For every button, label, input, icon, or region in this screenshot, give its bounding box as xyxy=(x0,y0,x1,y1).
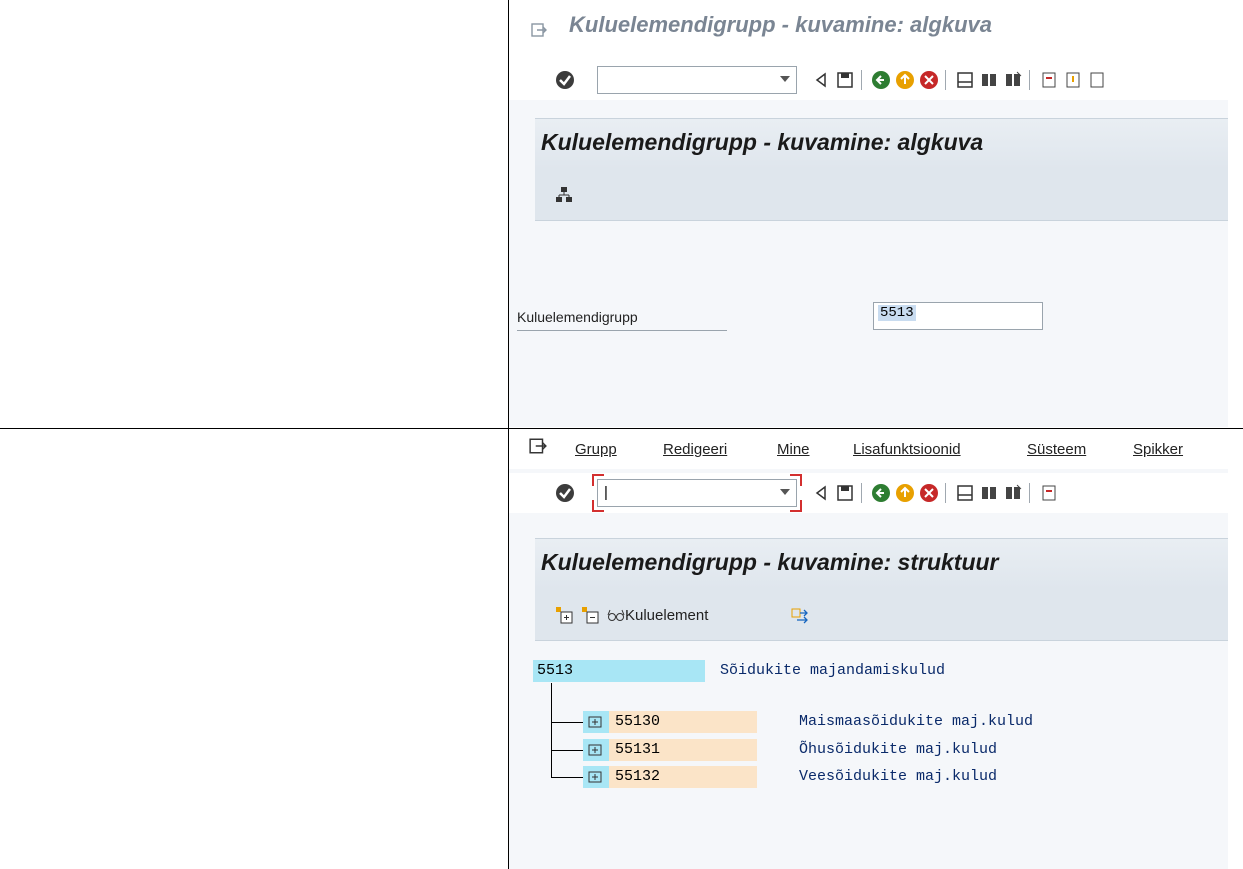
tree-connector-line xyxy=(551,750,583,751)
screen-header: Kuluelemendigrupp - kuvamine: struktuur xyxy=(535,538,1228,589)
cancel-icon[interactable] xyxy=(919,483,939,503)
separator xyxy=(1029,70,1030,90)
tree-root-key-text: 5513 xyxy=(537,662,574,679)
print-icon[interactable] xyxy=(955,70,975,90)
screenshot-initial-screen: Kuluelemendigrupp - kuvamine: algkuva Ku… xyxy=(509,0,1228,427)
command-field-cursor: | xyxy=(604,484,608,501)
standard-toolbar: | xyxy=(509,473,1228,513)
tree-node-key[interactable]: 55132 xyxy=(609,766,757,788)
menu-bar: Grupp Redigeeri Mine Lisafunktsioonid Sü… xyxy=(509,431,1228,469)
separator xyxy=(945,70,946,90)
menu-item-mine[interactable]: Mine xyxy=(777,441,810,458)
hierarchy-icon[interactable] xyxy=(555,186,573,204)
standard-toolbar xyxy=(509,60,1228,100)
cancel-icon[interactable] xyxy=(919,70,939,90)
menu-item-lisafunktsioonid[interactable]: Lisafunktsioonid xyxy=(853,441,961,458)
page-title: Kuluelemendigrupp - kuvamine: algkuva xyxy=(541,129,984,155)
back-icon[interactable] xyxy=(871,483,891,503)
tree-node-expander[interactable] xyxy=(583,739,609,761)
tree-connector-line xyxy=(551,777,583,778)
enter-check-icon[interactable] xyxy=(555,70,575,90)
field-label-cost-element-group: Kuluelemendigrupp xyxy=(517,309,638,325)
window-title-bar: Kuluelemendigrupp - kuvamine: algkuva xyxy=(509,0,1228,60)
tree-node-description: Veesõidukite maj.kulud xyxy=(799,768,998,785)
expand-node-icon[interactable] xyxy=(588,770,602,784)
menu-item-spikker[interactable]: Spikker xyxy=(1133,441,1183,458)
tree-node-key-text: 55131 xyxy=(615,741,661,758)
back-icon[interactable] xyxy=(871,70,891,90)
next-page-icon[interactable] xyxy=(1087,70,1107,90)
screen-header: Kuluelemendigrupp - kuvamine: algkuva xyxy=(535,118,1228,169)
tree-connector-line xyxy=(551,722,583,723)
tree-root-description: Sõidukite majandamiskulud xyxy=(720,662,946,679)
page-title: Kuluelemendigrupp - kuvamine: struktuur xyxy=(541,549,999,575)
command-field[interactable] xyxy=(597,66,797,94)
find-next-icon[interactable] xyxy=(1003,483,1023,503)
menu-item-grupp[interactable]: Grupp xyxy=(575,441,617,458)
screenshot-structure-screen: Grupp Redigeeri Mine Lisafunktsioonid Sü… xyxy=(509,431,1228,869)
field-label-underline xyxy=(517,330,727,331)
tree-node-expander[interactable] xyxy=(583,711,609,733)
tree-connector-line xyxy=(551,683,552,778)
command-field[interactable]: | xyxy=(592,474,802,512)
focus-corner xyxy=(592,474,604,486)
tree-root-key[interactable]: 5513 xyxy=(533,660,705,682)
tree-node-key-text: 55132 xyxy=(615,768,661,785)
tree-node-expander[interactable] xyxy=(583,766,609,788)
navigation-arrows-icon[interactable] xyxy=(791,605,811,625)
menu-item-redigeeri[interactable]: Redigeeri xyxy=(663,441,727,458)
glasses-icon[interactable] xyxy=(607,607,625,623)
tree-node-description: Õhusõidukite maj.kulud xyxy=(799,741,998,758)
find-next-icon[interactable] xyxy=(1003,70,1023,90)
back-triangle-icon[interactable] xyxy=(811,483,831,503)
back-triangle-icon[interactable] xyxy=(811,70,831,90)
save-icon[interactable] xyxy=(835,483,855,503)
exit-icon[interactable] xyxy=(531,22,547,38)
tree-node-description: Maismaasõidukite maj.kulud xyxy=(799,713,1034,730)
separator xyxy=(861,483,862,503)
focus-corner xyxy=(790,474,802,486)
enter-check-icon[interactable] xyxy=(555,483,575,503)
window-title: Kuluelemendigrupp - kuvamine: algkuva xyxy=(569,12,992,37)
separator xyxy=(861,70,862,90)
exit-icon[interactable] xyxy=(529,437,547,455)
focus-corner xyxy=(790,500,802,512)
save-icon[interactable] xyxy=(835,70,855,90)
application-toolbar xyxy=(535,168,1228,221)
first-page-icon[interactable] xyxy=(1039,483,1059,503)
expand-subtree-icon[interactable] xyxy=(555,606,573,624)
document-table: Kuluelemendigrupp - kuvamine: algkuva Ku… xyxy=(0,0,1243,869)
exit-up-icon[interactable] xyxy=(895,483,915,503)
chevron-down-icon[interactable] xyxy=(780,76,790,82)
first-page-icon[interactable] xyxy=(1039,70,1059,90)
previous-page-icon[interactable] xyxy=(1063,70,1083,90)
menu-item-susteem[interactable]: Süsteem xyxy=(1027,441,1086,458)
print-icon[interactable] xyxy=(955,483,975,503)
separator xyxy=(1029,483,1030,503)
tree-node-key-text: 55130 xyxy=(615,713,661,730)
expand-node-icon[interactable] xyxy=(588,743,602,757)
collapse-subtree-icon[interactable] xyxy=(581,606,599,624)
tree-node-key[interactable]: 55131 xyxy=(609,739,757,761)
input-value: 5513 xyxy=(878,305,916,321)
cost-element-group-input[interactable]: 5513 xyxy=(873,302,1043,330)
expand-node-icon[interactable] xyxy=(588,715,602,729)
separator xyxy=(945,483,946,503)
cost-element-button[interactable]: Kuluelement xyxy=(625,607,708,624)
application-toolbar: Kuluelement xyxy=(535,588,1228,641)
tree-node-key[interactable]: 55130 xyxy=(609,711,757,733)
find-icon[interactable] xyxy=(979,70,999,90)
exit-up-icon[interactable] xyxy=(895,70,915,90)
table-row-divider xyxy=(0,428,1243,429)
find-icon[interactable] xyxy=(979,483,999,503)
chevron-down-icon[interactable] xyxy=(780,489,790,495)
focus-corner xyxy=(592,500,604,512)
